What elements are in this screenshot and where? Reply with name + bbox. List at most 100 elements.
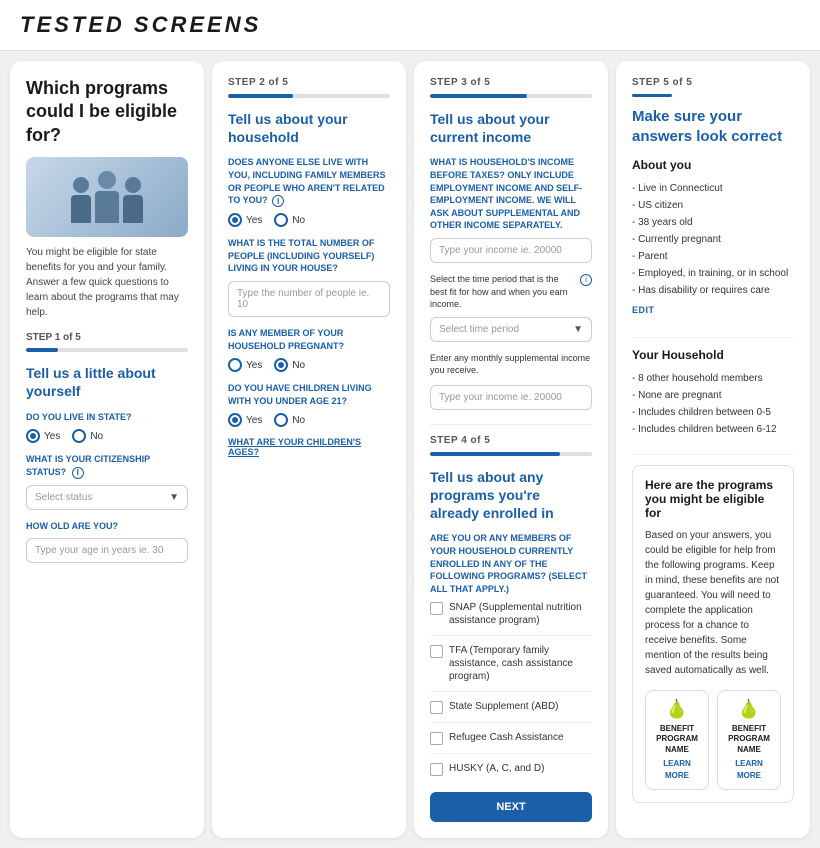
screen1-yes-label: Yes <box>44 431 60 442</box>
edit-link[interactable]: EDIT <box>632 305 794 315</box>
screen1-yes-radio[interactable] <box>26 429 40 443</box>
benefit1-icon: 🍐 <box>654 699 700 720</box>
screen3-section-title: Tell us about your current income <box>430 110 592 146</box>
screen2-children-yes[interactable]: Yes <box>228 413 262 427</box>
benefit1-learn-more[interactable]: LEARN MORE <box>663 759 691 780</box>
screen2-no-radio[interactable] <box>274 213 288 227</box>
person3-head <box>125 177 141 193</box>
person1-head <box>73 177 89 193</box>
screen2-number-placeholder: Type the number of people ie. 10 <box>237 288 369 310</box>
about-item-3: - 38 years old <box>632 214 794 231</box>
about-item-4: - Currently pregnant <box>632 231 794 248</box>
household-item-4: - Includes children between 6-12 <box>632 421 794 438</box>
program-checkbox-2[interactable] <box>430 645 443 658</box>
screen1-no-option[interactable]: No <box>72 429 103 443</box>
person3-body <box>123 195 143 223</box>
screen3-supplemental-placeholder: Type your income ie. 20000 <box>439 392 562 403</box>
screen3-q1-label: WHAT IS HOUSEHOLD'S INCOME BEFORE TAXES?… <box>430 156 592 232</box>
step4-bar-fill <box>430 452 560 456</box>
screen2-children-yes-label: Yes <box>246 415 262 426</box>
program-label-1: SNAP (Supplemental nutrition assistance … <box>449 601 592 627</box>
screen2-children-yes-radio[interactable] <box>228 413 242 427</box>
about-item-1: - Live in Connecticut <box>632 180 794 197</box>
next-button[interactable]: NEXT <box>430 792 592 822</box>
about-title: About you <box>632 158 794 172</box>
person2 <box>95 171 119 223</box>
screen2-q3-label: IS ANY MEMBER OF YOUR HOUSEHOLD PREGNANT… <box>228 327 390 352</box>
step3-label: STEP 3 of 5 <box>430 77 592 88</box>
screen2-children-no[interactable]: No <box>274 413 305 427</box>
person1 <box>71 177 91 223</box>
program-label-4: Refugee Cash Assistance <box>449 731 564 744</box>
screen2-q4-options: Yes No <box>228 413 390 427</box>
step2-bar <box>228 94 390 98</box>
screen4-section: STEP 4 of 5 Tell us about any programs y… <box>430 424 592 823</box>
screen2-pregnant-yes[interactable]: Yes <box>228 358 262 372</box>
screen2-pregnant-yes-label: Yes <box>246 360 262 371</box>
screen1-section-title: Tell us a little about yourself <box>26 364 188 400</box>
step3-bar-fill <box>430 94 527 98</box>
time-period-info-icon: i <box>580 274 592 286</box>
benefits-row: 🍐 BENEFIT PROGRAM NAME LEARN MORE 🍐 BENE… <box>645 690 781 790</box>
step5-divider <box>632 94 672 97</box>
screen2-no-option[interactable]: No <box>274 213 305 227</box>
children-ages-question[interactable]: WHAT ARE YOUR CHILDREN'S AGES? <box>228 437 390 457</box>
program-checkbox-1[interactable] <box>430 602 443 615</box>
screen2-pregnant-no-radio[interactable] <box>274 358 288 372</box>
screen1-q1-options: Yes No <box>26 429 188 443</box>
about-item-2: - US citizen <box>632 197 794 214</box>
screen3-supplemental-input[interactable]: Type your income ie. 20000 <box>430 385 592 410</box>
screen2-number-input[interactable]: Type the number of people ie. 10 <box>228 281 390 317</box>
screen3-time-period-info: Select the time period that is the best … <box>430 273 592 311</box>
screen3-income-input[interactable]: Type your income ie. 20000 <box>430 238 592 263</box>
program-item-4: Refugee Cash Assistance <box>430 731 592 754</box>
screen3-income-placeholder: Type your income ie. 20000 <box>439 245 562 256</box>
screen3-time-period-label: Select the time period that is the best … <box>430 273 576 311</box>
screen2-pregnant-no[interactable]: No <box>274 358 305 372</box>
person3 <box>123 177 143 223</box>
screen2-q1-label: DOES ANYONE ELSE LIVE WITH YOU, INCLUDIN… <box>228 156 390 207</box>
screen5-title: Make sure your answers look correct <box>632 107 794 146</box>
screen1-no-radio[interactable] <box>72 429 86 443</box>
screen-5: STEP 5 of 5 Make sure your answers look … <box>616 61 810 838</box>
benefit1-label: BENEFIT PROGRAM NAME <box>654 724 700 755</box>
screen-3: STEP 3 of 5 Tell us about your current i… <box>414 61 608 838</box>
screen2-pregnant-yes-radio[interactable] <box>228 358 242 372</box>
screen2-no-label: No <box>292 215 305 226</box>
program-checkbox-4[interactable] <box>430 732 443 745</box>
screen2-q1-options: Yes No <box>228 213 390 227</box>
screen3-time-chevron: ▼ <box>573 324 583 335</box>
screen4-section-title: Tell us about any programs you're alread… <box>430 468 592 523</box>
step2-bar-fill <box>228 94 293 98</box>
screen2-q3-options: Yes No <box>228 358 390 372</box>
screen2-yes-radio[interactable] <box>228 213 242 227</box>
about-item-6: - Employed, in training, or in school <box>632 265 794 282</box>
program-checkbox-5[interactable] <box>430 763 443 776</box>
program-label-5: HUSKY (A, C, and D) <box>449 762 544 775</box>
screen1-status-chevron: ▼ <box>169 492 179 503</box>
person2-body <box>95 191 119 223</box>
program-checkbox-3[interactable] <box>430 701 443 714</box>
screen1-age-placeholder: Type your age in years ie. 30 <box>35 545 163 556</box>
screen1-q1-label: DO YOU LIVE IN STATE? <box>26 411 188 424</box>
screen3-supplemental-label: Enter any monthly supplemental income yo… <box>430 352 592 377</box>
household-section: Your Household - 8 other household membe… <box>632 348 794 455</box>
screen1-age-input[interactable]: Type your age in years ie. 30 <box>26 538 188 563</box>
household-item-3: - Includes children between 0-5 <box>632 404 794 421</box>
programs-eligible-desc: Based on your answers, you could be elig… <box>645 528 781 678</box>
screen1-q3-label: HOW OLD ARE YOU? <box>26 520 188 533</box>
screen2-children-no-radio[interactable] <box>274 413 288 427</box>
person1-body <box>71 195 91 223</box>
screen1-status-select[interactable]: Select status ▼ <box>26 485 188 510</box>
household-item-1: - 8 other household members <box>632 370 794 387</box>
benefit2-learn-more[interactable]: LEARN MORE <box>735 759 763 780</box>
screen2-section-title: Tell us about your household <box>228 110 390 146</box>
screen1-yes-option[interactable]: Yes <box>26 429 60 443</box>
household-info-icon: i <box>272 195 284 207</box>
screen2-yes-option[interactable]: Yes <box>228 213 262 227</box>
household-list: - 8 other household members - None are p… <box>632 370 794 438</box>
screen3-time-placeholder: Select time period <box>439 324 519 335</box>
benefit2-icon: 🍐 <box>726 699 772 720</box>
screen3-time-select[interactable]: Select time period ▼ <box>430 317 592 342</box>
citizenship-info-icon: i <box>72 467 84 479</box>
